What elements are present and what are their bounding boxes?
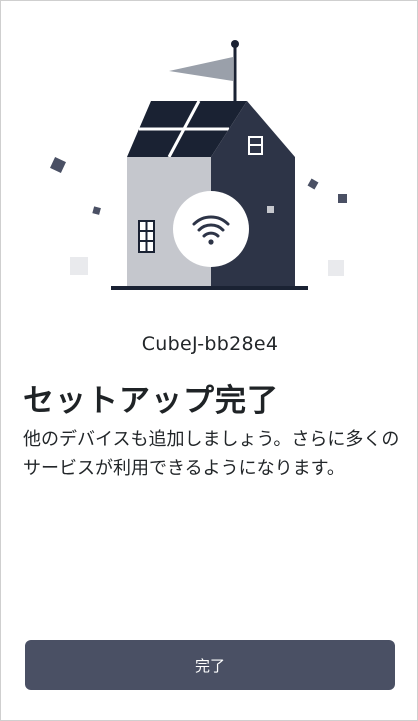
- house-illustration: [50, 40, 347, 290]
- confetti-piece: [92, 206, 101, 215]
- confetti-piece: [50, 157, 66, 173]
- done-button[interactable]: 完了: [25, 640, 395, 690]
- flag-pole-top: [231, 40, 239, 48]
- setup-complete-screen: CubeJ-bb28e4 セットアップ完了 他のデバイスも追加しましょう。さらに…: [0, 0, 418, 721]
- wall-light: [267, 206, 274, 213]
- done-button-label: 完了: [194, 656, 225, 675]
- confetti-piece: [70, 257, 88, 275]
- flag-icon: [169, 57, 233, 81]
- confetti-piece: [307, 178, 319, 190]
- confetti-piece: [328, 260, 344, 276]
- page-title: セットアップ完了: [23, 383, 279, 419]
- confetti-piece: [338, 194, 347, 203]
- device-name: CubeJ-bb28e4: [141, 333, 279, 355]
- setup-description: 他のデバイスも追加しましょう。さらに多くのサービスが利用できるようになります。: [23, 429, 400, 479]
- ground-line: [111, 286, 308, 290]
- wifi-badge: [173, 191, 249, 267]
